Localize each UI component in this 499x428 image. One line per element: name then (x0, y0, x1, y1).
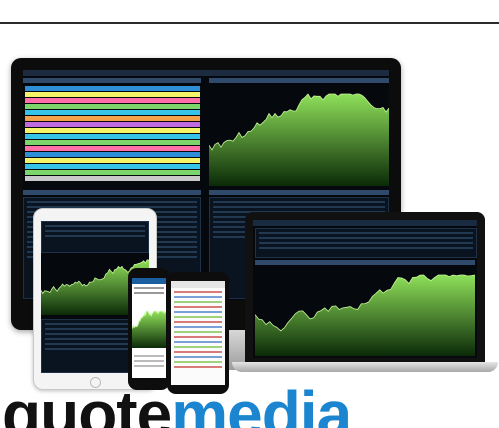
level2-window-title (23, 190, 201, 195)
monitor-price-chart (209, 93, 389, 186)
watchlist-row (25, 140, 200, 145)
laptop-chart-title (255, 260, 475, 265)
watchlist-grid (25, 86, 200, 186)
phone-table-row (174, 356, 222, 358)
watchlist-row (25, 98, 200, 103)
watchlist-row (25, 170, 200, 175)
watchlist-row (25, 92, 200, 97)
watchlist-row (25, 164, 200, 169)
laptop-screen (253, 220, 477, 358)
watchlist-row (25, 110, 200, 115)
phone-table-row (174, 316, 222, 318)
laptop-base (232, 362, 498, 372)
laptop (245, 212, 485, 362)
logo-quote: quote (2, 382, 172, 428)
menu-bar (23, 70, 389, 76)
phone-right-table (171, 291, 225, 368)
watchlist-row (25, 134, 200, 139)
laptop-quote-panel (255, 228, 477, 258)
laptop-price-chart (255, 274, 475, 356)
chart-window-title (209, 78, 389, 83)
watchlist-row (25, 116, 200, 121)
quotemedia-logo: quotemedia (2, 382, 499, 428)
phone-left-chart (132, 310, 166, 348)
phone-table-row (174, 326, 222, 328)
phone-table-row (174, 291, 222, 293)
watchlist-row (25, 176, 200, 181)
phone-table-row (174, 296, 222, 298)
price-area (132, 311, 166, 348)
phone-left (128, 268, 170, 390)
logo-media: media (171, 382, 352, 428)
price-area (209, 94, 389, 186)
phone-table-row (174, 351, 222, 353)
top-divider (0, 22, 499, 24)
phone-table-row (174, 321, 222, 323)
price-area (255, 275, 475, 356)
tablet-header-panel (41, 221, 149, 253)
news-window-title (209, 190, 389, 195)
phone-table-row (174, 336, 222, 338)
phone-table-row (174, 331, 222, 333)
phone-right (167, 272, 229, 394)
watchlist-row (25, 158, 200, 163)
watchlist-row (25, 152, 200, 157)
phone-table-row (174, 361, 222, 363)
phone-right-screen (171, 281, 225, 385)
quote-window-title (23, 78, 201, 83)
laptop-menu-bar (253, 220, 477, 226)
phone-table-row (174, 306, 222, 308)
watchlist-row (25, 128, 200, 133)
phone-table-row (174, 311, 222, 313)
phone-table-row (174, 346, 222, 348)
phone-table-row (174, 366, 222, 368)
phone-table-row (174, 301, 222, 303)
watchlist-row (25, 86, 200, 91)
phone-left-screen (132, 278, 166, 378)
watchlist-row (25, 122, 200, 127)
phone-table-row (174, 341, 222, 343)
watchlist-row (25, 146, 200, 151)
watchlist-row (25, 104, 200, 109)
